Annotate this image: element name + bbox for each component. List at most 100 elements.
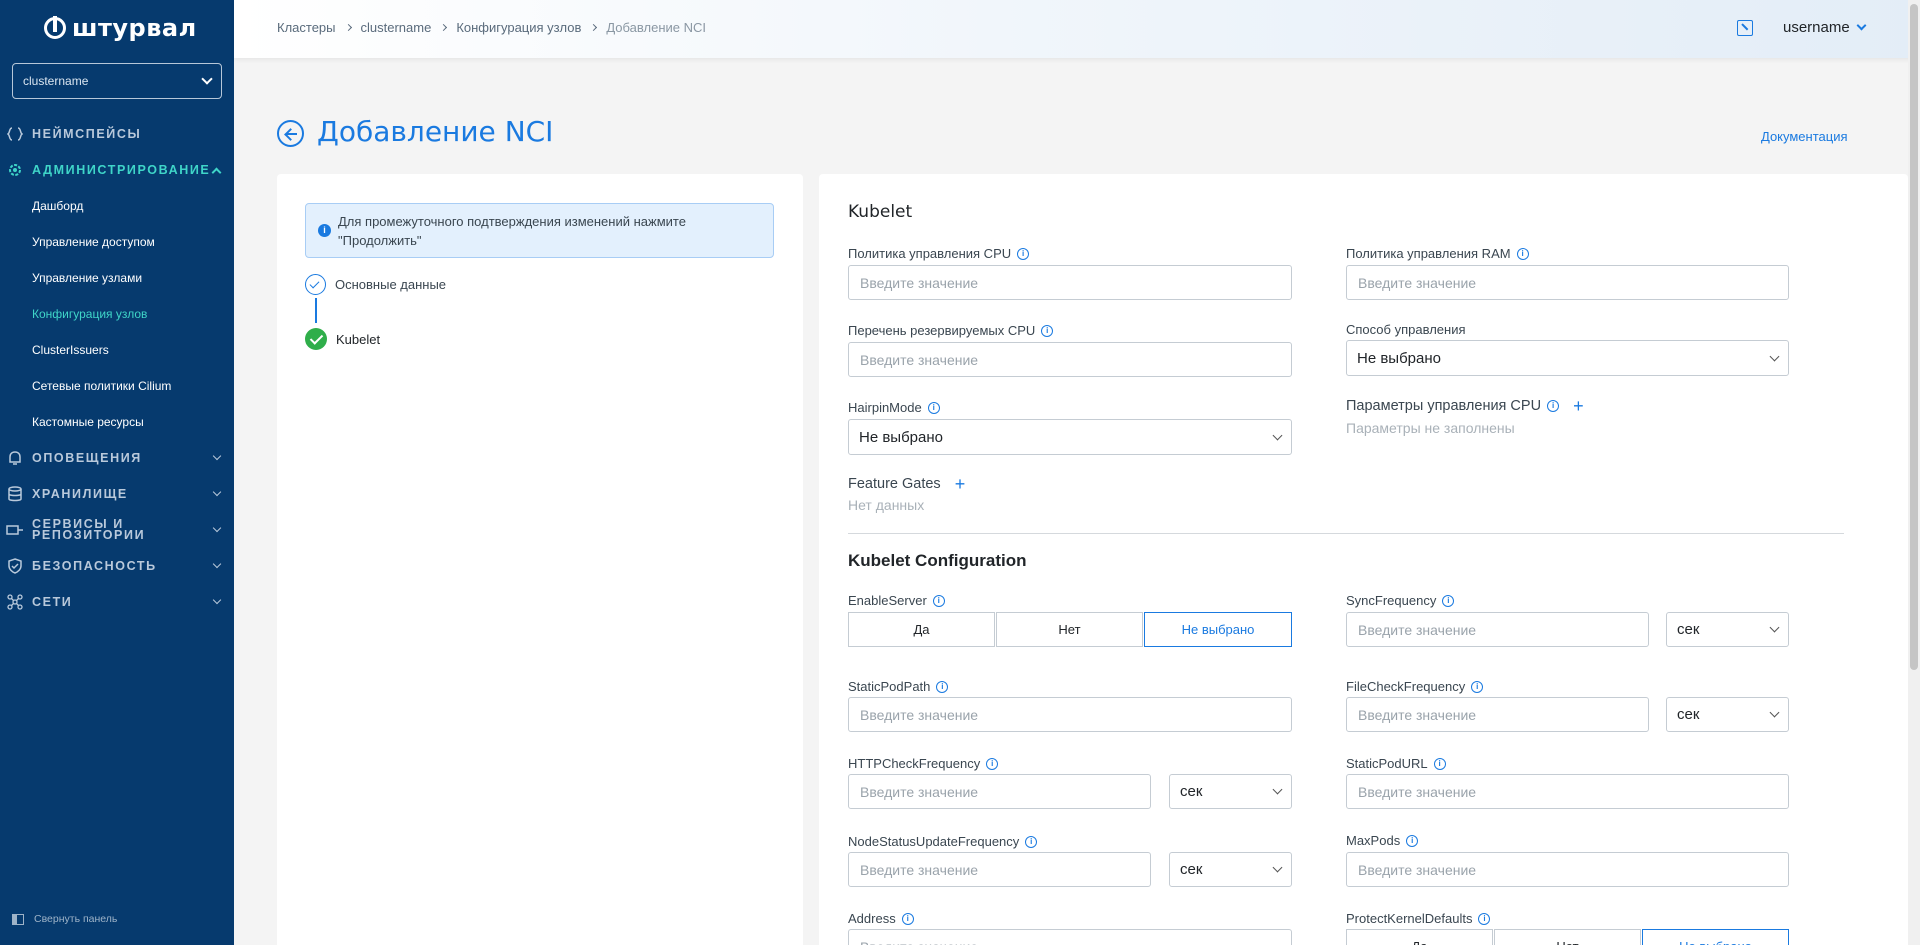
sync-frequency-input[interactable]: Введите значение <box>1346 612 1649 647</box>
address-input[interactable]: Введите значение <box>848 929 1292 945</box>
collapse-panel-label: Свернуть панель <box>34 913 118 925</box>
file-check-frequency-unit-select[interactable]: сек <box>1666 697 1789 732</box>
network-icon <box>6 593 24 611</box>
nav-section-storage[interactable]: Хранилище <box>0 484 234 504</box>
info-icon[interactable]: i <box>927 401 940 414</box>
collapse-panel-button[interactable]: Свернуть панель <box>12 913 117 925</box>
services-icon <box>6 521 24 539</box>
sync-frequency-label: SyncFrequency i <box>1346 593 1455 608</box>
info-icon[interactable]: i <box>1516 247 1529 260</box>
breadcrumb-node-config[interactable]: Конфигурация узлов <box>456 20 581 35</box>
nav-item-cluster-issuers[interactable]: ClusterIssuers <box>32 343 109 357</box>
chevron-up-icon <box>211 167 222 178</box>
management-mode-select[interactable]: Не выбрано <box>1346 340 1789 376</box>
enable-server-not-selected[interactable]: Не выбрано <box>1144 612 1292 647</box>
ram-policy-input[interactable]: Введите значение <box>1346 265 1789 300</box>
static-pod-path-input[interactable]: Введите значение <box>848 697 1292 732</box>
info-icon[interactable]: i <box>1478 912 1491 925</box>
step-label: Основные данные <box>335 277 447 292</box>
step-basic-data[interactable]: Основные данные <box>305 274 446 295</box>
nav-item-node-management[interactable]: Управление узлами <box>32 271 142 285</box>
nav-section-services[interactable]: Сервисы и репозитории <box>0 514 234 546</box>
nav-section-label: Сети <box>32 595 73 609</box>
nav-item-node-configuration[interactable]: Конфигурация узлов <box>32 307 147 321</box>
nav-section-networks[interactable]: Сети <box>0 592 234 612</box>
max-pods-label: MaxPods i <box>1346 833 1419 848</box>
max-pods-input[interactable]: Введите значение <box>1346 852 1789 887</box>
info-icon[interactable]: i <box>1433 757 1446 770</box>
nav-section-alerts[interactable]: Оповещения <box>0 448 234 468</box>
ram-policy-label: Политика управления RAM i <box>1346 246 1529 261</box>
logo[interactable]: штурвал <box>44 14 197 42</box>
http-check-frequency-unit-select[interactable]: сек <box>1169 774 1292 809</box>
nav-item-access-management[interactable]: Управление доступом <box>32 235 155 249</box>
cluster-select[interactable]: clustername <box>12 63 222 99</box>
scrollbar-thumb[interactable] <box>1910 4 1918 670</box>
kubelet-form-panel: Kubelet Политика управления CPU i Введит… <box>819 174 1908 945</box>
static-pod-url-input[interactable]: Введите значение <box>1346 774 1789 809</box>
back-arrow-icon[interactable] <box>277 120 304 147</box>
nav-item-dashboard[interactable]: Дашборд <box>32 199 83 213</box>
braces-icon <box>6 125 24 143</box>
documentation-link[interactable]: Документация <box>1761 129 1848 144</box>
nav-section-namespaces[interactable]: Неймспейсы <box>0 124 234 144</box>
reserved-cpus-input[interactable]: Введите значение <box>848 342 1292 377</box>
enable-server-toggle: Да Нет Не выбрано <box>848 612 1293 647</box>
info-icon[interactable]: i <box>936 680 949 693</box>
info-icon[interactable]: i <box>1442 594 1455 607</box>
info-icon[interactable]: i <box>1471 680 1484 693</box>
info-icon[interactable]: i <box>1017 247 1030 260</box>
nav-section-label: Администрирование <box>32 163 211 177</box>
scrollbar[interactable] <box>1908 0 1920 945</box>
step-connector <box>315 298 317 323</box>
sync-frequency-unit-select[interactable]: сек <box>1666 612 1789 647</box>
add-cpu-param-plus-icon[interactable]: + <box>1573 397 1584 415</box>
nav-section-label: Сервисы и репозитории <box>32 517 146 542</box>
file-check-frequency-input[interactable]: Введите значение <box>1346 697 1649 732</box>
info-icon[interactable]: i <box>1025 835 1038 848</box>
http-check-frequency-label: HTTPCheckFrequency i <box>848 756 999 771</box>
management-mode-label: Способ управления <box>1346 322 1466 337</box>
chevron-down-icon <box>1769 622 1780 633</box>
info-icon[interactable]: i <box>986 757 999 770</box>
logo-text: штурвал <box>72 14 197 42</box>
enable-server-yes[interactable]: Да <box>848 612 995 647</box>
info-icon[interactable]: i <box>1406 834 1419 847</box>
info-icon[interactable]: i <box>1041 324 1054 337</box>
sidebar: штурвал clustername Неймспейсы Администр… <box>0 0 234 945</box>
hairpin-mode-select[interactable]: Не выбрано <box>848 419 1292 455</box>
protect-kernel-defaults-no[interactable]: Нет <box>1494 929 1641 945</box>
protect-kernel-defaults-label: ProtectKernelDefaults i <box>1346 911 1491 926</box>
nav-item-custom-resources[interactable]: Кастомные ресурсы <box>32 415 144 429</box>
info-icon[interactable]: i <box>1547 400 1560 412</box>
cpu-params-empty: Параметры не заполнены <box>1346 420 1515 436</box>
nav-section-security[interactable]: Безопасность <box>0 556 234 576</box>
protect-kernel-defaults-not-selected[interactable]: Не выбрано <box>1642 929 1789 945</box>
cpu-policy-input[interactable]: Введите значение <box>848 265 1292 300</box>
breadcrumb-clusters[interactable]: Кластеры <box>277 20 336 35</box>
enable-server-no[interactable]: Нет <box>996 612 1143 647</box>
gear-icon <box>6 161 24 179</box>
nav-section-administration[interactable]: Администрирование <box>0 160 234 180</box>
info-icon[interactable]: i <box>932 594 945 607</box>
info-icon: i <box>318 224 331 237</box>
protect-kernel-defaults-toggle: Да Нет Не выбрано <box>1346 929 1790 945</box>
breadcrumb-cluster[interactable]: clustername <box>361 20 432 35</box>
chevron-down-icon <box>212 559 222 569</box>
chevron-down-icon <box>1856 20 1867 31</box>
user-menu[interactable]: username <box>1783 19 1867 36</box>
add-feature-gate-plus-icon[interactable]: + <box>955 475 966 493</box>
feature-gates-empty: Нет данных <box>848 497 925 513</box>
info-icon[interactable]: i <box>901 912 914 925</box>
external-link-icon[interactable] <box>1737 20 1753 36</box>
node-status-update-frequency-input[interactable]: Введите значение <box>848 852 1151 887</box>
node-status-update-frequency-unit-select[interactable]: сек <box>1169 852 1292 887</box>
chevron-right-icon <box>590 23 598 32</box>
address-label: Address i <box>848 911 914 926</box>
step-kubelet[interactable]: Kubelet <box>305 328 380 350</box>
http-check-frequency-input[interactable]: Введите значение <box>848 774 1151 809</box>
reserved-cpus-label: Перечень резервируемых CPU i <box>848 323 1054 338</box>
nav-item-cilium-policies[interactable]: Сетевые политики Cilium <box>32 379 171 393</box>
protect-kernel-defaults-yes[interactable]: Да <box>1346 929 1493 945</box>
check-circle-icon <box>305 274 326 295</box>
